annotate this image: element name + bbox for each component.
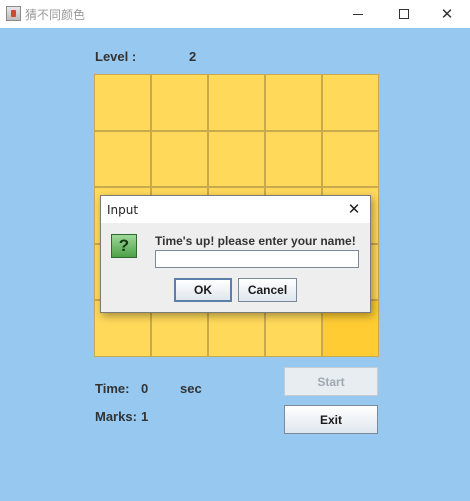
exit-button[interactable]: Exit (284, 405, 378, 434)
grid-cell[interactable] (95, 75, 150, 130)
start-button[interactable]: Start (284, 367, 378, 396)
time-label: Time: (95, 381, 130, 396)
minimize-icon (353, 13, 363, 15)
dialog-title: Input (107, 203, 139, 217)
marks-label: Marks: (95, 409, 137, 424)
dialog-message: Time's up! please enter your name! (155, 234, 356, 248)
cancel-button[interactable]: Cancel (238, 278, 297, 302)
grid-cell[interactable] (152, 131, 207, 187)
level-label: Level : (95, 49, 137, 64)
minimize-button[interactable] (335, 0, 381, 28)
time-value: 0 (141, 381, 149, 396)
maximize-icon (399, 9, 409, 19)
input-dialog: Input ✕ ? Time's up! please enter your n… (100, 195, 371, 313)
window-title: 猜不同颜色 (25, 8, 86, 22)
time-unit: sec (180, 381, 202, 396)
window-close-button[interactable]: ✕ (424, 0, 470, 28)
grid-cell[interactable] (209, 75, 264, 130)
maximize-button[interactable] (381, 0, 427, 28)
grid-cell[interactable] (323, 75, 378, 130)
grid-cell[interactable] (266, 131, 321, 187)
grid-cell[interactable] (323, 131, 378, 187)
close-icon: ✕ (347, 200, 361, 218)
dialog-close-button[interactable]: ✕ (342, 199, 366, 219)
close-icon: ✕ (440, 5, 454, 23)
question-icon: ? (111, 234, 137, 258)
window-titlebar: 猜不同颜色 ✕ (0, 0, 470, 28)
grid-cell[interactable] (266, 75, 321, 130)
grid-cell[interactable] (152, 75, 207, 130)
java-app-icon (6, 6, 21, 21)
marks-value: 1 (141, 409, 149, 424)
grid-cell[interactable] (209, 131, 264, 187)
name-input[interactable] (155, 250, 359, 268)
dialog-titlebar: Input ✕ (101, 196, 370, 223)
ok-button[interactable]: OK (174, 278, 232, 302)
level-value: 2 (189, 49, 197, 64)
grid-cell[interactable] (95, 131, 150, 187)
